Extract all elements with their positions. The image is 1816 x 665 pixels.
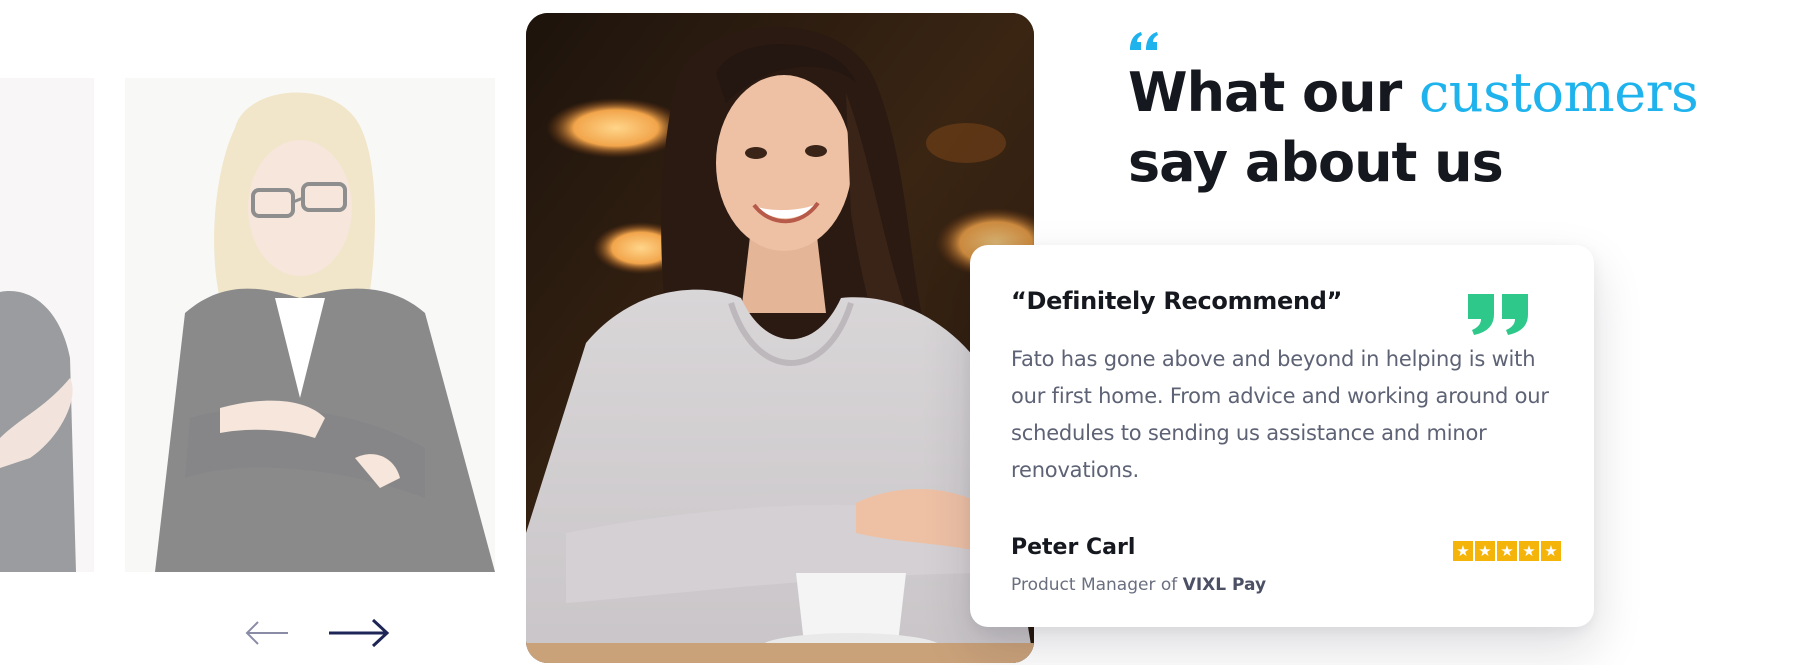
double-quote-close-icon (1468, 294, 1528, 335)
heading-line2: say about us (1128, 131, 1504, 194)
author-name: Peter Carl (1011, 535, 1136, 560)
testimonial-card: “Definitely Recommend” Fato has gone abo… (970, 245, 1594, 627)
carousel-photo-blonde-woman (125, 78, 495, 572)
testimonial-title: “Definitely Recommend” (1011, 287, 1343, 315)
heading-line1-prefix: What our (1128, 61, 1420, 124)
star-icon: ★ (1519, 541, 1539, 561)
star-icon: ★ (1475, 541, 1495, 561)
arrow-left-icon (245, 621, 288, 645)
star-icon: ★ (1453, 541, 1473, 561)
carousel-prev-button[interactable] (244, 616, 290, 650)
arrow-right-icon (329, 618, 390, 648)
main-customer-photo (526, 13, 1034, 663)
double-quote-open-icon (1130, 32, 1158, 50)
carousel-photo-previous (0, 78, 94, 572)
author-company: VIXL Pay (1182, 575, 1267, 595)
star-rating: ★ ★ ★ ★ ★ (1453, 541, 1561, 561)
testimonial-body: Fato has gone above and beyond in helpin… (1011, 347, 1549, 482)
carousel-next-button[interactable] (327, 616, 391, 650)
section-heading: What our customers say about us (1128, 58, 1699, 198)
author-role-prefix: Product Manager of (1011, 575, 1183, 595)
author-role: Product Manager of VIXL Pay (1011, 575, 1266, 595)
star-icon: ★ (1497, 541, 1517, 561)
heading-accent-word: customers (1419, 61, 1699, 124)
star-icon: ★ (1541, 541, 1561, 561)
